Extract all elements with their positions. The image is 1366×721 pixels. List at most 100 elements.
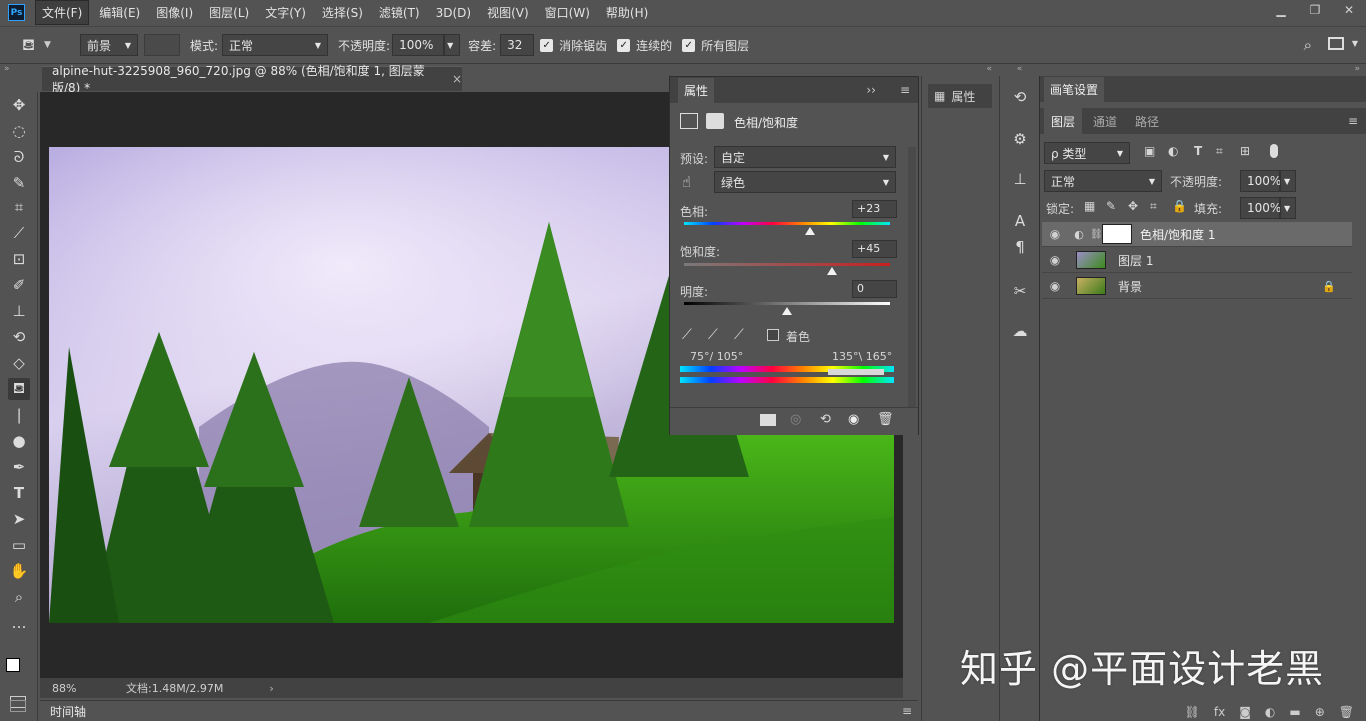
paint-bucket-tool-icon[interactable]: ⛾	[8, 378, 30, 400]
layer-row-layer1[interactable]: ◉ 图层 1	[1042, 248, 1352, 273]
link-layers-icon[interactable]: ⛓	[1185, 705, 1200, 719]
link-icon[interactable]: ⛓	[1090, 229, 1103, 240]
saturation-slider[interactable]	[684, 263, 890, 266]
brush-settings-tab[interactable]: 画笔设置	[1044, 76, 1105, 102]
delete-icon[interactable]: 🗑	[877, 412, 894, 427]
chevron-down-icon[interactable]: ▼	[444, 34, 461, 56]
healing-tool-icon[interactable]: ⊡	[8, 248, 30, 270]
tab-channels[interactable]: 通道	[1086, 108, 1124, 135]
menu-view[interactable]: 视图(V)	[481, 1, 535, 24]
lock-position-icon[interactable]: ✥	[1128, 199, 1138, 213]
panel-menu-icon[interactable]: ≡	[1348, 114, 1358, 128]
move-tool-icon[interactable]: ✥	[8, 94, 30, 116]
visibility-eye-icon[interactable]: ◉	[848, 412, 859, 427]
marquee-tool-icon[interactable]: ◌	[8, 120, 30, 142]
range-selector[interactable]	[828, 369, 884, 375]
lasso-tool-icon[interactable]: ᘐ	[8, 146, 30, 168]
menu-file[interactable]: 文件(F)	[35, 0, 90, 25]
expand-icon[interactable]: «	[1000, 64, 1039, 74]
properties-title[interactable]: 属性	[678, 77, 715, 103]
lightness-slider[interactable]	[684, 302, 890, 305]
lock-transparency-icon[interactable]: ▦	[1084, 199, 1095, 213]
new-layer-icon[interactable]: ⊕	[1315, 705, 1325, 719]
zoom-value[interactable]: 88%	[52, 682, 92, 695]
lightness-input[interactable]: 0	[852, 280, 897, 298]
visibility-eye-icon[interactable]: ◉	[1042, 227, 1068, 241]
clip-to-layer-icon[interactable]	[760, 414, 776, 426]
menu-select[interactable]: 选择(S)	[316, 1, 369, 24]
contiguous-checkbox[interactable]: ✓	[617, 38, 631, 52]
screen-mode-icon[interactable]	[10, 700, 26, 712]
collapse-toolbar-icon[interactable]: »	[4, 64, 10, 74]
menu-window[interactable]: 窗口(W)	[539, 1, 596, 24]
timeline-panel-tab[interactable]: 时间轴 ≡	[40, 700, 918, 721]
channel-select[interactable]: 绿色 ▼	[714, 171, 896, 193]
hue-input[interactable]: +23	[852, 200, 897, 218]
expand-icon[interactable]: «	[922, 64, 998, 74]
properties-scrollbar[interactable]	[908, 147, 916, 407]
chevron-right-icon[interactable]: ›	[269, 682, 273, 695]
hue-slider-thumb[interactable]	[804, 227, 815, 235]
clone-source-icon[interactable]: ⊥	[1008, 168, 1032, 190]
character-icon[interactable]: A	[1008, 210, 1032, 232]
menu-image[interactable]: 图像(I)	[150, 1, 199, 24]
tab-paths[interactable]: 路径	[1128, 108, 1166, 135]
lock-pixels-icon[interactable]: ✎	[1106, 199, 1116, 213]
layer-row-background[interactable]: ◉ 背景 🔒	[1042, 274, 1352, 299]
new-adjustment-icon[interactable]: ◐	[1265, 705, 1275, 719]
mask-icon[interactable]	[706, 113, 724, 129]
opacity-input[interactable]: 100%	[392, 34, 445, 56]
paragraph-icon[interactable]: ¶	[1008, 236, 1032, 258]
quick-select-tool-icon[interactable]: ✎	[8, 172, 30, 194]
filter-toggle[interactable]	[1270, 144, 1278, 158]
close-tab-icon[interactable]: ×	[452, 72, 462, 86]
properties-dock-button[interactable]: ▦ 属性	[928, 84, 992, 108]
workspace-icon[interactable]	[1328, 37, 1344, 50]
chevron-down-icon[interactable]: ▼	[1352, 39, 1358, 48]
paint-bucket-icon[interactable]: ⛾	[22, 35, 44, 56]
crop-tool-icon[interactable]: ⌗	[8, 196, 30, 218]
hand-adjust-icon[interactable]: ☝	[682, 173, 691, 191]
filter-adjustment-icon[interactable]: ◐	[1168, 144, 1178, 158]
antialias-checkbox[interactable]: ✓	[540, 38, 554, 52]
pattern-picker[interactable]	[144, 34, 180, 56]
chevron-down-icon[interactable]: ▼	[1280, 170, 1296, 192]
libraries-icon[interactable]: ☁	[1008, 320, 1032, 342]
chevron-down-icon[interactable]: ▼	[1280, 197, 1296, 219]
delete-icon[interactable]: 🗑	[1339, 705, 1354, 719]
more-tools-icon[interactable]: …	[8, 612, 30, 634]
document-tab[interactable]: alpine-hut-3225908_960_720.jpg @ 88% (色相…	[42, 64, 462, 95]
layer-filter-select[interactable]: ρ 类型 ▼	[1044, 142, 1130, 164]
new-group-icon[interactable]: ▬	[1289, 705, 1300, 719]
close-icon[interactable]: ✕	[1332, 0, 1366, 20]
path-select-tool-icon[interactable]: ➤	[8, 508, 30, 530]
visibility-eye-icon[interactable]: ◉	[1042, 253, 1068, 267]
lock-artboard-icon[interactable]: ⌗	[1150, 199, 1157, 214]
saturation-input[interactable]: +45	[852, 240, 897, 258]
fx-icon[interactable]: fx	[1214, 705, 1225, 719]
menu-edit[interactable]: 编辑(E)	[93, 1, 146, 24]
foreground-color-swatch[interactable]	[6, 658, 20, 672]
minimize-icon[interactable]: ▁	[1264, 0, 1298, 20]
visibility-eye-icon[interactable]: ◉	[1042, 279, 1068, 293]
history-icon[interactable]: ⟲	[1008, 86, 1032, 108]
chevron-down-icon[interactable]: ▼	[44, 40, 58, 50]
brush-tool-icon[interactable]: ✐	[8, 274, 30, 296]
tab-layers[interactable]: 图层	[1044, 107, 1083, 135]
eyedropper-tool-icon[interactable]: ⟋	[8, 222, 30, 244]
layer-row-hue-saturation[interactable]: ◉ ◐ ⛓ 色相/饱和度 1	[1042, 222, 1352, 247]
tolerance-input[interactable]: 32	[500, 34, 535, 56]
preset-select[interactable]: 自定 ▼	[714, 146, 896, 168]
dodge-tool-icon[interactable]: ●	[8, 430, 30, 452]
collapse-icon[interactable]: ››	[866, 83, 876, 97]
filter-smart-object-icon[interactable]: ⊞	[1240, 144, 1250, 158]
stamp-tool-icon[interactable]: ⊥	[8, 300, 30, 322]
mode-select[interactable]: 正常 ▼	[222, 34, 329, 56]
filter-shape-icon[interactable]: ⌗	[1216, 144, 1223, 159]
all-layers-checkbox[interactable]: ✓	[682, 38, 696, 52]
layer-opacity-input[interactable]: 100%	[1240, 170, 1281, 192]
view-previous-icon[interactable]: ◎	[790, 412, 801, 427]
layer-mask-thumbnail[interactable]	[1102, 224, 1132, 244]
eyedropper-subtract-icon[interactable]: ⟋	[734, 327, 744, 343]
search-icon[interactable]: ⌕	[1304, 36, 1312, 54]
